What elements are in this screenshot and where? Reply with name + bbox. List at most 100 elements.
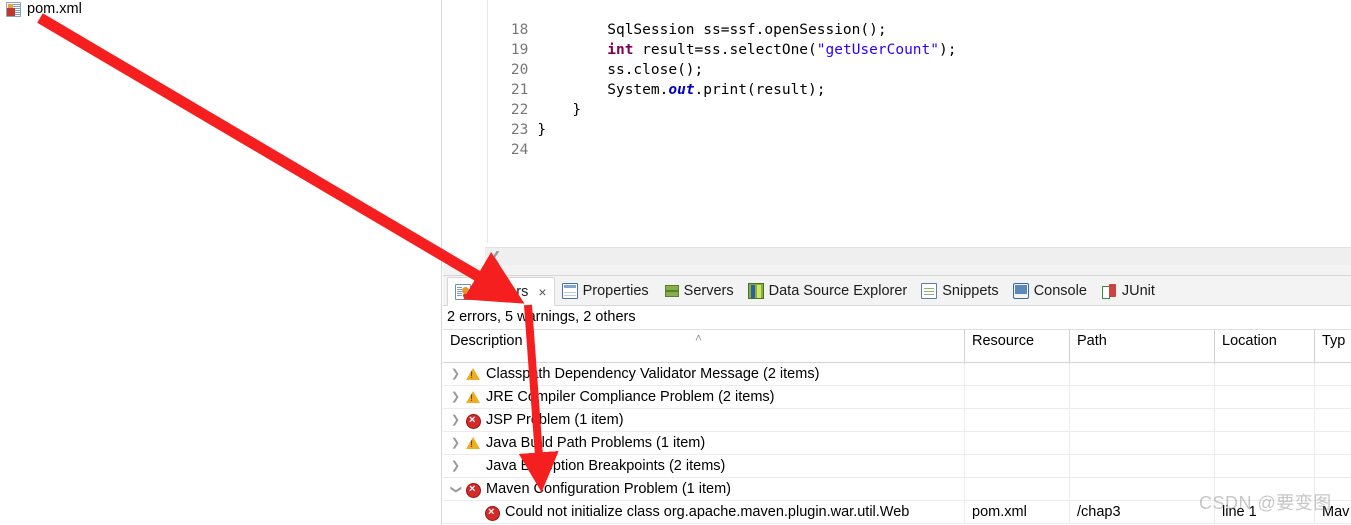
table-row[interactable]: ❯ JSP Problem (1 item): [443, 408, 1351, 432]
console-icon: [1012, 282, 1029, 299]
cell-resource: [965, 431, 1070, 455]
code-line: 18 SqlSession ss=ssf.openSession();: [443, 0, 1351, 38]
cell-location: [1215, 477, 1315, 501]
servers-icon: [663, 283, 679, 299]
error-icon: [464, 478, 482, 501]
table-row[interactable]: ❯ Java Exception Breakpoints (2 items): [443, 454, 1351, 478]
explorer-item-label: pom.xml: [27, 1, 82, 17]
cell-description[interactable]: ❯ Java Exception Breakpoints (2 items): [443, 454, 965, 478]
table-row[interactable]: ❯ Maven Configuration Problem (1 item): [443, 477, 1351, 501]
code-line: 24: [443, 120, 1351, 158]
cell-resource: [965, 408, 1070, 432]
table-row[interactable]: ❯ Classpath Dependency Validator Message…: [443, 362, 1351, 386]
cell-type: [1315, 409, 1351, 432]
cell-description[interactable]: ❯ Classpath Dependency Validator Message…: [443, 362, 965, 386]
cell-location: [1215, 431, 1315, 455]
cell-description[interactable]: ❯ JRE Compiler Compliance Problem (2 ite…: [443, 385, 965, 409]
tab-label: Servers: [683, 282, 734, 299]
warning-icon: [464, 386, 482, 409]
properties-icon: [561, 282, 578, 299]
warning-icon: [464, 432, 482, 455]
cell-description[interactable]: ❯ Maven Configuration Problem (1 item): [443, 477, 965, 501]
row-label: Maven Configuration Problem (1 item): [486, 480, 731, 497]
editor-horizontal-scrollbar[interactable]: ❮: [485, 247, 1351, 265]
chevron-right-icon[interactable]: ❯: [447, 455, 464, 478]
sort-ascending-icon: ˄: [695, 331, 703, 345]
editor-scroll-corner: [443, 247, 485, 265]
row-label: Java Exception Breakpoints (2 items): [486, 457, 726, 474]
tab-markers[interactable]: Markers ×: [447, 277, 555, 306]
column-header-description[interactable]: Description ˄: [443, 330, 965, 364]
code-line: 23}: [443, 100, 1351, 138]
column-header-label: Description: [450, 333, 523, 349]
code-line: 20 ss.close();: [443, 40, 1351, 78]
table-row[interactable]: ❯ Java Build Path Problems (1 item): [443, 431, 1351, 455]
error-icon: [483, 501, 501, 524]
cell-path: [1070, 408, 1215, 432]
cell-description[interactable]: Could not initialize class org.apache.ma…: [443, 500, 965, 524]
cell-path: [1070, 454, 1215, 478]
project-explorer-panel: pom.xml: [0, 0, 442, 525]
close-icon[interactable]: ×: [538, 285, 546, 299]
cell-path: /chap3: [1070, 500, 1215, 524]
tab-label: Properties: [582, 282, 649, 299]
markers-summary: 2 errors, 5 warnings, 2 others: [443, 306, 1351, 329]
code-editor[interactable]: 18 SqlSession ss=ssf.openSession(); 19 i…: [443, 0, 1351, 243]
table-header-row: Description ˄ Resource Path Location Typ: [443, 329, 1351, 364]
table-row[interactable]: ❯ JRE Compiler Compliance Problem (2 ite…: [443, 385, 1351, 409]
row-label: Could not initialize class org.apache.ma…: [505, 503, 910, 520]
chevron-right-icon[interactable]: ❯: [447, 409, 464, 432]
tab-console[interactable]: Console: [1006, 276, 1094, 305]
tab-junit[interactable]: JUnit: [1094, 276, 1162, 305]
line-number: 24: [510, 142, 529, 158]
cell-resource: [965, 454, 1070, 478]
cell-type: [1315, 386, 1351, 409]
tab-label: Markers: [476, 283, 529, 300]
chevron-right-icon[interactable]: ❯: [447, 386, 464, 409]
cell-path: [1070, 431, 1215, 455]
cell-location: [1215, 385, 1315, 409]
cell-path: [1070, 362, 1215, 386]
explorer-item-pom-xml[interactable]: pom.xml: [6, 0, 82, 19]
error-icon: [464, 409, 482, 432]
warning-icon: [464, 363, 482, 386]
screenshot-root: pom.xml 18 SqlSession ss=ssf.openSession…: [0, 0, 1351, 525]
tab-label: Snippets: [942, 282, 999, 299]
cell-resource: [965, 385, 1070, 409]
column-header-resource[interactable]: Resource: [965, 330, 1070, 364]
cell-location: [1215, 454, 1315, 478]
cell-type: [1315, 432, 1351, 455]
tab-servers[interactable]: Servers: [656, 276, 741, 305]
chevron-right-icon[interactable]: ❯: [447, 363, 464, 386]
cell-location: [1215, 362, 1315, 386]
panel-divider: [443, 265, 1351, 276]
markers-icon: [455, 283, 471, 300]
data-source-explorer-icon: [747, 282, 764, 299]
cell-location: [1215, 408, 1315, 432]
junit-icon: [1101, 283, 1117, 299]
row-label: Java Build Path Problems (1 item): [486, 434, 706, 451]
tab-properties[interactable]: Properties: [555, 276, 656, 305]
cell-type: [1315, 363, 1351, 386]
row-label: JSP Problem (1 item): [486, 411, 624, 428]
row-label: JRE Compiler Compliance Problem (2 items…: [486, 388, 775, 405]
cell-description[interactable]: ❯ JSP Problem (1 item): [443, 408, 965, 432]
markers-table: Description ˄ Resource Path Location Typ…: [443, 329, 1351, 524]
markers-view: Markers × Properties Servers Data Source…: [443, 276, 1351, 525]
column-header-type[interactable]: Typ: [1315, 330, 1351, 364]
table-row[interactable]: Could not initialize class org.apache.ma…: [443, 500, 1351, 524]
tab-data-source-explorer[interactable]: Data Source Explorer: [741, 276, 915, 305]
column-header-location[interactable]: Location: [1215, 330, 1315, 364]
code-line: 19 int result=ss.selectOne("getUserCount…: [443, 20, 1351, 58]
tab-snippets[interactable]: Snippets: [914, 276, 1005, 305]
column-header-path[interactable]: Path: [1070, 330, 1215, 364]
chevron-right-icon[interactable]: ❯: [447, 432, 464, 455]
cell-type: [1315, 455, 1351, 478]
tab-label: JUnit: [1121, 282, 1155, 299]
cell-description[interactable]: ❯ Java Build Path Problems (1 item): [443, 431, 965, 455]
cell-type: Mav: [1322, 503, 1350, 520]
code-line: 21 System.out.print(result);: [443, 60, 1351, 98]
snippets-icon: [921, 282, 938, 299]
chevron-left-icon[interactable]: ❮: [488, 249, 504, 265]
cell-resource: pom.xml: [965, 500, 1070, 524]
